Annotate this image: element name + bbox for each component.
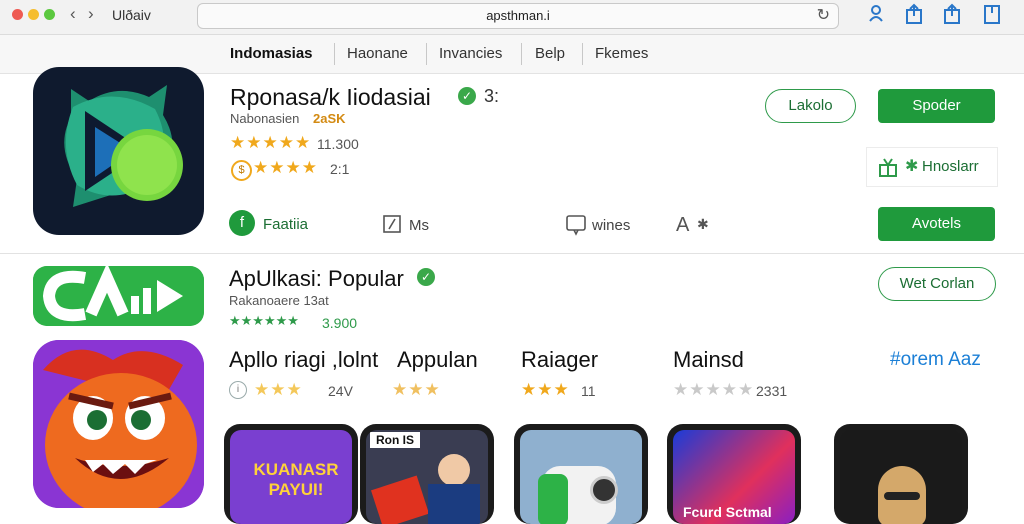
column-rating-stars: ★★★: [254, 380, 303, 399]
share-icon[interactable]: [903, 3, 925, 25]
rating-stars-secondary: ★★★★: [253, 158, 318, 177]
column-title: Appulan: [397, 347, 478, 372]
tab-divider: [521, 43, 522, 65]
back-arrow-icon[interactable]: ‹: [70, 4, 76, 24]
open-button[interactable]: Lakolo: [765, 89, 856, 123]
coin-icon: $: [231, 160, 252, 181]
app-subtitle: Nabonasien: [230, 111, 300, 126]
device-icon: [566, 215, 586, 236]
app-title-suffix: 3:: [484, 86, 500, 106]
app2-rating-count: 3.900: [322, 315, 358, 331]
screenshot-thumbnail[interactable]: Ron IS: [360, 424, 494, 524]
character-head: [438, 454, 470, 486]
developer-icon: f: [229, 210, 255, 236]
get-button[interactable]: Spoder: [878, 89, 995, 123]
tab-divider: [334, 43, 335, 65]
app2-title: ApUlkasi: Popular: [229, 266, 404, 291]
character-body: [428, 484, 480, 524]
screenshot-caption: Ron IS: [370, 432, 420, 448]
banner-shape: [370, 475, 430, 524]
tab-divider: [426, 43, 427, 65]
window-title: Ulðaiv: [112, 7, 151, 23]
app2-subtitle: Rakanoaere 13at: [229, 293, 329, 308]
app-subtitle-tag: 2aSK: [313, 111, 346, 126]
column-title: Mainsd: [673, 347, 744, 372]
screenshot-thumbnail[interactable]: KUANASR PAYUI!: [224, 424, 358, 524]
screenshot-caption: Fcurd Sctmal: [683, 504, 772, 520]
column-rating-stars: ★★★: [521, 380, 570, 399]
window-titlebar: ‹ › Ulðaiv apsthman.i ↻: [0, 0, 1024, 35]
age-rating-star-icon: ✱: [697, 216, 709, 232]
app-title: Rponasa/k Iiodasiai: [230, 84, 431, 110]
gift-icon: [879, 158, 897, 177]
developer-link[interactable]: Faatiia: [263, 216, 308, 233]
column-rating-stars: ★★★★★: [673, 380, 755, 399]
rating-count: 11.300: [317, 136, 359, 152]
verified-check-icon: ✓: [458, 87, 476, 105]
screenshot-caption: KUANASR PAYUI!: [253, 460, 339, 499]
forward-arrow-icon[interactable]: ›: [88, 4, 94, 24]
column-rating-count: 11: [581, 383, 596, 399]
file-size-label: Ms: [409, 217, 429, 234]
tab-indomasias[interactable]: Indomasias: [230, 45, 313, 62]
tab-haonane[interactable]: Haonane: [347, 45, 408, 62]
column-rating-stars: ★★★: [392, 380, 441, 399]
reload-icon[interactable]: ↻: [817, 5, 830, 25]
column-rating-count: 24V: [328, 383, 353, 399]
age-rating-label: A: [676, 214, 690, 236]
column-title: Raiager: [521, 347, 599, 372]
sidebar-icon[interactable]: [981, 3, 1003, 25]
device-label: wines: [592, 217, 631, 234]
see-all-link[interactable]: #orem Aaz: [890, 349, 981, 371]
sunglasses-icon: [884, 492, 920, 500]
game-icon[interactable]: [33, 340, 204, 508]
rating-stars: ★★★★★: [230, 133, 312, 152]
monster-face-icon: [33, 340, 204, 508]
secondary-get-button[interactable]: Avotels: [878, 207, 995, 241]
column-title: Apllo riagi ,lolnt: [229, 347, 379, 372]
info-icon: i: [229, 381, 247, 399]
screenshot-thumbnail[interactable]: [514, 424, 648, 524]
maximize-window-button[interactable]: [44, 9, 55, 20]
upload-icon[interactable]: [941, 3, 963, 25]
tab-belp[interactable]: Belp: [535, 45, 565, 62]
camera-lens: [590, 476, 618, 504]
tab-divider: [582, 43, 583, 65]
camera-grip: [538, 474, 568, 524]
app-icon-primary[interactable]: [33, 67, 204, 235]
tab-invancies[interactable]: Invancies: [439, 45, 502, 62]
app2-action-button[interactable]: Wet Corlan: [878, 267, 996, 301]
app-icon-secondary[interactable]: [33, 266, 204, 326]
screenshot-thumbnail[interactable]: [834, 424, 968, 524]
tab-fkemes[interactable]: Fkemes: [595, 45, 648, 62]
minimize-window-button[interactable]: [28, 9, 39, 20]
star-icon: ✱: [905, 158, 919, 175]
file-size-icon: [383, 215, 401, 233]
address-text: apsthman.i: [486, 8, 550, 23]
arrow-logo-icon: [33, 266, 204, 326]
app2-rating-stars: ★★★★★★: [229, 313, 299, 328]
column-rating-count: 2331: [756, 383, 788, 399]
play-bubble-icon: [64, 85, 183, 207]
address-bar[interactable]: apsthman.i ↻: [197, 3, 839, 29]
wishlist-button[interactable]: ✱ Hnoslarr: [866, 147, 998, 187]
wishlist-label: Hnoslarr: [922, 158, 979, 175]
section-divider: [0, 253, 1024, 254]
account-icon[interactable]: [866, 3, 888, 25]
screenshot-thumbnail[interactable]: Fcurd Sctmal: [667, 424, 801, 524]
verified-check-icon: ✓: [417, 268, 435, 286]
rating-count-secondary: 2:1: [330, 161, 350, 177]
close-window-button[interactable]: [12, 9, 23, 20]
